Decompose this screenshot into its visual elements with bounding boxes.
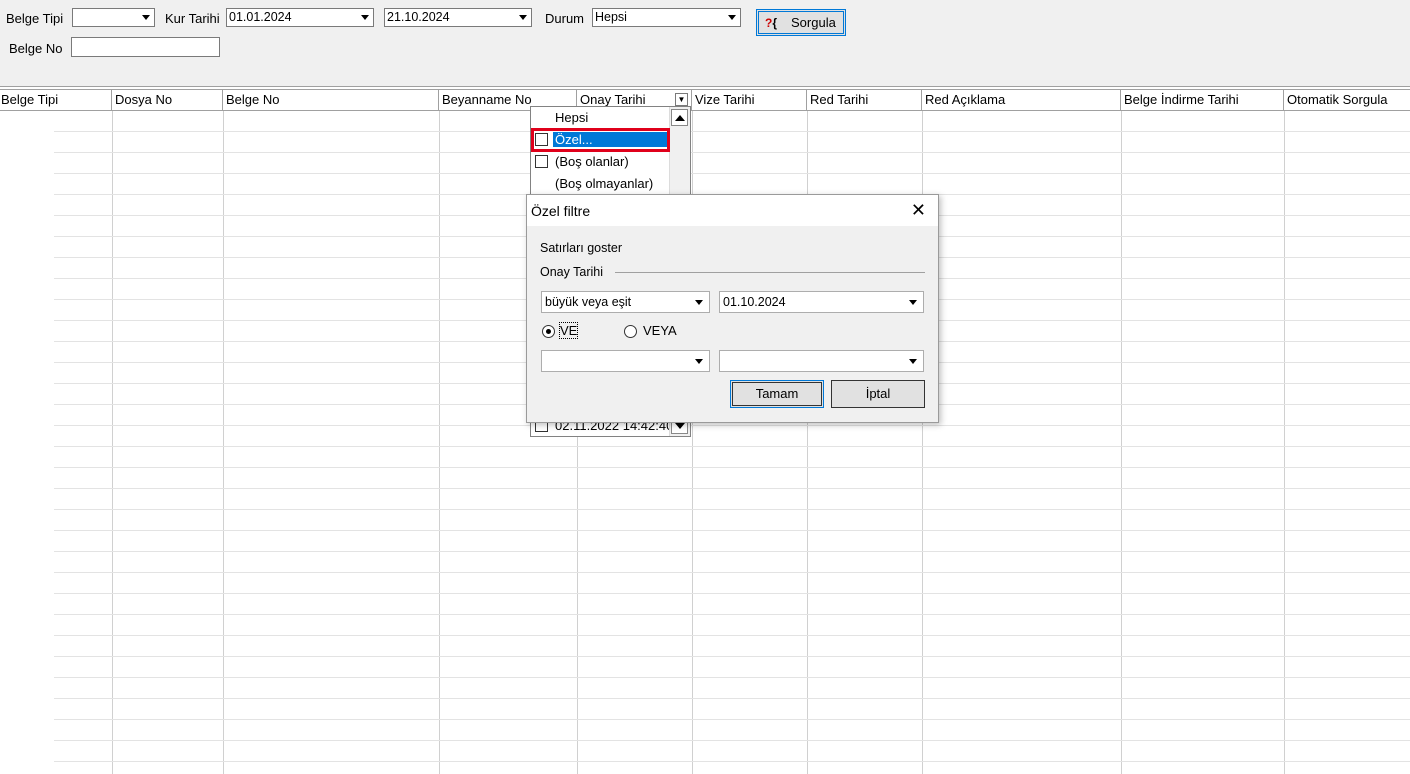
filter-option-label: (Boş olmayanlar) <box>555 176 654 191</box>
highlight-box <box>531 128 670 152</box>
column-header-onay-tarihi-label: Onay Tarihi <box>580 92 646 107</box>
grid-row-line <box>54 698 1410 699</box>
grid-row-line <box>54 593 1410 594</box>
grid-row-line <box>54 719 1410 720</box>
column-header-belge-tipi[interactable]: Belge Tipi <box>0 90 112 111</box>
belge-no-input[interactable] <box>71 37 220 57</box>
scroll-up-icon[interactable] <box>671 109 688 126</box>
chevron-down-icon[interactable] <box>691 351 707 371</box>
grid-column-line <box>1121 111 1122 774</box>
cancel-button[interactable]: İptal <box>831 380 925 408</box>
radio-and-label[interactable]: VE <box>558 322 579 339</box>
grid-row-line <box>54 131 1410 132</box>
filter-option-label: (Boş olanlar) <box>555 154 629 169</box>
grid-row-line <box>54 740 1410 741</box>
filter-toolbar: Belge Tipi Kur Tarihi 01.01.2024 21.10.2… <box>0 0 1410 87</box>
dialog-titlebar: Özel filtre ✕ <box>527 195 938 226</box>
column-header-red-tarihi[interactable]: Red Tarihi <box>807 90 922 111</box>
grid-row-line <box>54 467 1410 468</box>
operator1-value: büyük veya eşit <box>545 295 632 309</box>
filter-option-label: Hepsi <box>555 110 589 125</box>
sorgula-button[interactable]: ?{ Sorgula <box>756 9 846 36</box>
operator2-select[interactable] <box>541 350 710 372</box>
grid-column-line <box>439 111 440 774</box>
filter-option-bos-olanlar[interactable]: (Boş olanlar) <box>531 151 670 172</box>
durum-value: Hepsi <box>595 10 627 24</box>
kur-tarihi-start-value: 01.01.2024 <box>229 10 292 24</box>
durum-label: Durum <box>545 11 585 26</box>
column-header-belge-no[interactable]: Belge No <box>223 90 439 111</box>
belge-tipi-select[interactable] <box>72 8 155 27</box>
chevron-down-icon[interactable] <box>905 351 921 371</box>
chevron-down-icon[interactable] <box>723 9 740 26</box>
column-header-otomatik-sorgula[interactable]: Otomatik Sorgula <box>1284 90 1410 111</box>
custom-filter-dialog: Özel filtre ✕ Satırları goster Onay Tari… <box>526 194 939 423</box>
durum-select[interactable]: Hepsi <box>592 8 741 27</box>
grid-row-line <box>54 509 1410 510</box>
dialog-title: Özel filtre <box>531 203 591 219</box>
belge-no-label: Belge No <box>9 41 63 56</box>
dialog-subtitle: Satırları goster <box>540 241 622 255</box>
value1-picker[interactable]: 01.10.2024 <box>719 291 924 313</box>
group-label: Onay Tarihi <box>540 265 603 279</box>
sorgula-label: Sorgula <box>791 15 836 30</box>
kur-tarihi-end-picker[interactable]: 21.10.2024 <box>384 8 532 27</box>
belge-tipi-label: Belge Tipi <box>6 11 64 26</box>
chevron-down-icon[interactable] <box>137 9 154 26</box>
grid-row-line <box>54 761 1410 762</box>
grid-row-line <box>54 572 1410 573</box>
value2-picker[interactable] <box>719 350 924 372</box>
grid-row-line <box>54 425 1410 426</box>
value1-value: 01.10.2024 <box>723 295 786 309</box>
chevron-down-icon[interactable] <box>514 9 531 26</box>
grid-header: Belge Tipi Dosya No Belge No Beyanname N… <box>0 89 1410 111</box>
column-header-red-aciklama[interactable]: Red Açıklama <box>922 90 1121 111</box>
grid-row-line <box>54 656 1410 657</box>
grid-column-line <box>112 111 113 774</box>
filter-option-bos-olmayanlar[interactable]: (Boş olmayanlar) <box>531 173 670 194</box>
filter-option-hepsi[interactable]: Hepsi <box>531 107 670 128</box>
checkbox[interactable] <box>535 155 548 168</box>
group-divider <box>615 272 925 273</box>
filter-icon[interactable]: ▼ <box>675 93 688 106</box>
grid-row-line <box>54 551 1410 552</box>
grid-row-line <box>54 530 1410 531</box>
grid-row-line <box>54 677 1410 678</box>
column-header-dosya-no[interactable]: Dosya No <box>112 90 223 111</box>
grid-row-line <box>54 635 1410 636</box>
grid-row-line <box>54 152 1410 153</box>
grid-column-line <box>1284 111 1285 774</box>
grid-row-line <box>54 614 1410 615</box>
grid-row-line <box>54 173 1410 174</box>
kur-tarihi-label: Kur Tarihi <box>165 11 220 26</box>
chevron-down-icon[interactable] <box>691 292 707 312</box>
close-icon[interactable]: ✕ <box>911 201 926 219</box>
query-icon: ?{ <box>765 16 778 30</box>
operator1-select[interactable]: büyük veya eşit <box>541 291 710 313</box>
grid-row-line <box>54 446 1410 447</box>
results-grid: Belge Tipi Dosya No Belge No Beyanname N… <box>0 89 1410 774</box>
chevron-down-icon[interactable] <box>905 292 921 312</box>
grid-row-line <box>54 488 1410 489</box>
chevron-down-icon[interactable] <box>356 9 373 26</box>
column-header-belge-indirme-tarihi[interactable]: Belge İndirme Tarihi <box>1121 90 1284 111</box>
ok-button[interactable]: Tamam <box>730 380 824 408</box>
radio-and[interactable] <box>542 325 555 338</box>
radio-or[interactable] <box>624 325 637 338</box>
column-header-vize-tarihi[interactable]: Vize Tarihi <box>692 90 807 111</box>
kur-tarihi-end-value: 21.10.2024 <box>387 10 450 24</box>
kur-tarihi-start-picker[interactable]: 01.01.2024 <box>226 8 374 27</box>
radio-or-label[interactable]: VEYA <box>643 323 677 338</box>
grid-column-line <box>223 111 224 774</box>
